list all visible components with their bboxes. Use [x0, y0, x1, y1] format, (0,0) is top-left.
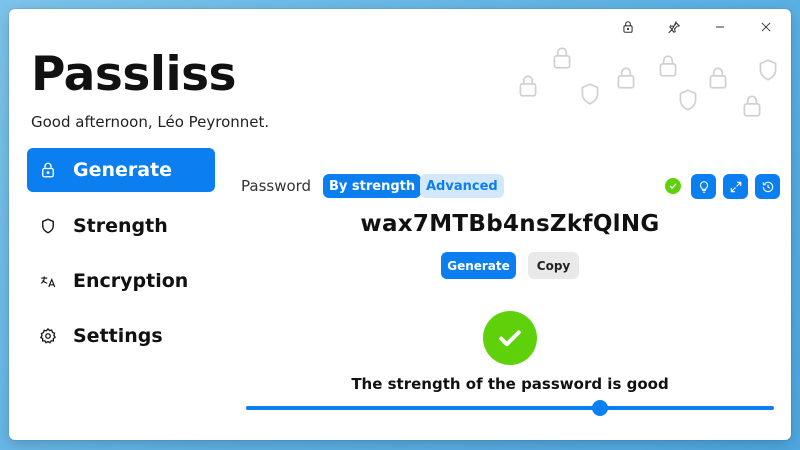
lock-icon [705, 65, 731, 95]
translate-icon [37, 270, 59, 292]
close-button[interactable] [743, 9, 789, 45]
password-label: Password [241, 177, 312, 195]
sidebar-item-label: Settings [73, 325, 163, 347]
strength-slider-thumb[interactable] [591, 400, 608, 416]
lock-icon [613, 65, 639, 95]
copy-button[interactable]: Copy [528, 252, 579, 279]
history-button[interactable] [755, 174, 780, 199]
lock-icon [515, 73, 541, 103]
shield-icon [675, 87, 701, 117]
status-check-icon [665, 178, 681, 194]
tab-advanced[interactable]: Advanced [420, 174, 504, 198]
lock-icon [739, 93, 765, 123]
shield-icon [37, 215, 59, 237]
generated-password: wax7MTBb4nsZkfQlNG [360, 211, 660, 237]
lock-icon [37, 159, 59, 181]
strength-good-icon [483, 311, 537, 365]
pin-icon [668, 21, 681, 34]
close-icon [761, 22, 771, 32]
sidebar-item-encryption[interactable]: Encryption [27, 259, 215, 303]
lightbulb-icon [699, 180, 708, 193]
sidebar-item-strength[interactable]: Strength [27, 204, 215, 248]
lock-icon [655, 53, 681, 83]
sidebar-item-settings[interactable]: Settings [27, 314, 215, 358]
generate-button[interactable]: Generate [441, 252, 516, 279]
shield-icon [755, 57, 781, 87]
pin-button[interactable] [651, 9, 697, 45]
lock-icon [549, 45, 575, 75]
tips-button[interactable] [691, 174, 716, 199]
app-title: Passliss [31, 47, 237, 102]
expand-icon [730, 181, 741, 192]
sidebar-item-label: Generate [73, 159, 173, 181]
minimize-button[interactable] [697, 9, 743, 45]
expand-button[interactable] [723, 174, 748, 199]
sidebar-item-label: Strength [73, 215, 168, 237]
gear-icon [37, 325, 59, 347]
lock-window-button[interactable] [605, 9, 651, 45]
app-window: Passliss Good afternoon, Léo Peyronnet. … [9, 9, 791, 440]
strength-text: The strength of the password is good [351, 375, 669, 393]
strength-slider[interactable] [246, 400, 774, 416]
history-icon [762, 181, 773, 192]
minimize-icon [715, 26, 725, 28]
sidebar-item-generate[interactable]: Generate [27, 148, 215, 192]
tab-by-strength[interactable]: By strength [323, 174, 422, 198]
shield-icon [577, 81, 603, 111]
lock-icon [623, 21, 633, 33]
greeting-text: Good afternoon, Léo Peyronnet. [31, 113, 270, 131]
sidebar-item-label: Encryption [73, 270, 189, 292]
